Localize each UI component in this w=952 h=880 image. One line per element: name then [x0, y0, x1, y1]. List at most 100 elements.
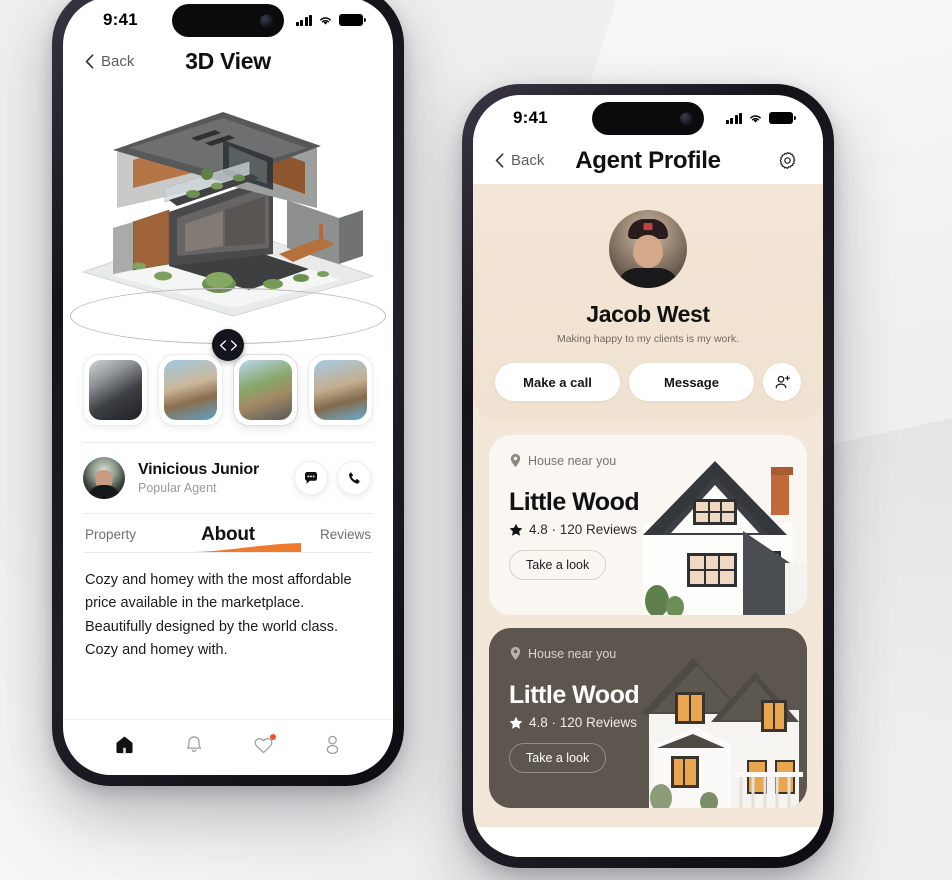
- nav-notifications[interactable]: [184, 734, 204, 755]
- house-render: [81, 111, 375, 317]
- take-a-look-button[interactable]: Take a look: [509, 550, 607, 580]
- chat-bubble-icon: [305, 472, 317, 484]
- notification-badge: [270, 733, 277, 740]
- location-pin-icon: [510, 646, 521, 661]
- tab-property[interactable]: Property: [85, 527, 136, 552]
- home-icon: [116, 736, 133, 754]
- property-card-2[interactable]: House near you Little Wood 4.8 · 120 Rev…: [489, 628, 807, 808]
- nav-bar-left: Back 3D View: [63, 43, 393, 84]
- profile-actions: Make a call Message: [491, 363, 805, 401]
- battery-icon: [769, 112, 796, 124]
- back-button[interactable]: Back: [495, 152, 544, 169]
- agent-tagline: Making happy to my clients is my work.: [556, 333, 740, 345]
- agent-profile-card: Jacob West Making happy to my clients is…: [473, 184, 823, 421]
- thumbnail-3[interactable]: [233, 354, 298, 426]
- settings-button[interactable]: [778, 151, 797, 170]
- rotate-control-button[interactable]: [212, 329, 244, 361]
- tab-bar: Property About Reviews: [63, 514, 393, 552]
- property-list: House near you Little Wood 4.8 · 120 Rev…: [473, 421, 823, 808]
- page-title: 3D View: [185, 48, 271, 74]
- page-title: Agent Profile: [575, 146, 721, 174]
- thumbnail-4[interactable]: [308, 354, 373, 426]
- back-label: Back: [101, 53, 135, 70]
- tab-reviews[interactable]: Reviews: [320, 527, 371, 552]
- front-camera-icon: [680, 112, 693, 125]
- user-icon: [327, 735, 339, 755]
- chevron-left-icon: [219, 339, 226, 351]
- status-bar-right: 9:41: [473, 95, 823, 141]
- avatar-body: [617, 268, 679, 288]
- bottom-navigation: [63, 719, 393, 775]
- call-button[interactable]: [337, 461, 371, 495]
- house-3d-model: [73, 104, 383, 319]
- cellular-bars-icon: [295, 14, 312, 26]
- wifi-icon: [320, 16, 331, 25]
- back-button[interactable]: Back: [85, 53, 134, 70]
- gear-icon: [779, 151, 796, 170]
- status-time: 9:41: [103, 10, 138, 29]
- nav-favorites[interactable]: [253, 733, 277, 755]
- nav-bar-right: Back Agent Profile: [473, 141, 823, 184]
- agent-name: Vinicious Junior: [138, 461, 259, 478]
- star-icon: [509, 716, 523, 729]
- phone-mockup-right: 9:41 Back Agent Profile Jacob West Makin…: [462, 84, 834, 868]
- wifi-icon: [750, 114, 761, 123]
- house-3d-viewer[interactable]: [63, 84, 393, 361]
- thumbnail-image: [164, 360, 217, 420]
- thumbnail-1[interactable]: [83, 354, 148, 426]
- property-image: [641, 658, 803, 808]
- chevron-left-icon: [85, 54, 94, 69]
- front-camera-icon: [260, 14, 273, 27]
- avatar: [83, 457, 125, 499]
- avatar-torso: [88, 485, 120, 499]
- phone-mockup-left: 9:41 Back 3D View Vinicious Junior Popul…: [52, 0, 404, 786]
- nav-profile[interactable]: [323, 734, 342, 755]
- property-location-label: House near you: [528, 453, 617, 468]
- thumbnail-image: [314, 360, 367, 420]
- property-rating-label: 4.8 · 120 Reviews: [529, 715, 638, 730]
- message-button[interactable]: Message: [629, 363, 754, 401]
- add-person-button[interactable]: [763, 363, 801, 401]
- avatar: [609, 210, 687, 288]
- take-a-look-button[interactable]: Take a look: [509, 743, 607, 773]
- chevron-left-icon: [495, 153, 504, 168]
- dynamic-island: [172, 4, 284, 37]
- thumbnail-2[interactable]: [158, 354, 223, 426]
- status-icons: [295, 14, 366, 26]
- add-person-icon: [775, 375, 790, 388]
- screen-agent-profile: 9:41 Back Agent Profile Jacob West Makin…: [473, 95, 823, 857]
- thumbnail-image: [239, 360, 292, 420]
- chevron-right-icon: [230, 339, 237, 351]
- thumbnail-image: [89, 360, 142, 420]
- agent-actions: [294, 461, 371, 495]
- bottom-safe-area: [473, 827, 823, 857]
- status-bar-left: 9:41: [63, 0, 393, 43]
- tab-about-label: About: [201, 524, 255, 545]
- property-location-label: House near you: [528, 646, 617, 661]
- tab-about[interactable]: About: [191, 524, 302, 552]
- location-pin-icon: [510, 453, 521, 468]
- tab-active-underline: [191, 543, 302, 552]
- make-a-call-button[interactable]: Make a call: [495, 363, 620, 401]
- phone-icon: [348, 471, 360, 484]
- property-image: [643, 461, 807, 615]
- dynamic-island: [592, 102, 704, 135]
- agent-role: Popular Agent: [138, 481, 217, 495]
- property-rating-label: 4.8 · 120 Reviews: [529, 522, 638, 537]
- back-label: Back: [511, 152, 545, 169]
- property-card-1[interactable]: House near you Little Wood 4.8 · 120 Rev…: [489, 435, 807, 615]
- agent-row: Vinicious Junior Popular Agent: [63, 443, 393, 513]
- star-icon: [509, 523, 523, 536]
- battery-icon: [339, 14, 366, 26]
- nav-home[interactable]: [114, 734, 135, 755]
- cellular-bars-icon: [725, 112, 742, 124]
- about-description: Cozy and homey with the most affordable …: [85, 572, 352, 659]
- status-time: 9:41: [513, 108, 548, 127]
- agent-meta: Vinicious Junior Popular Agent: [138, 461, 259, 495]
- agent-name: Jacob West: [586, 301, 710, 327]
- status-icons: [725, 112, 796, 124]
- avatar-face: [633, 235, 663, 268]
- bell-icon: [186, 736, 201, 752]
- message-button[interactable]: [294, 461, 328, 495]
- screen-3d-view: 9:41 Back 3D View Vinicious Junior Popul…: [63, 0, 393, 775]
